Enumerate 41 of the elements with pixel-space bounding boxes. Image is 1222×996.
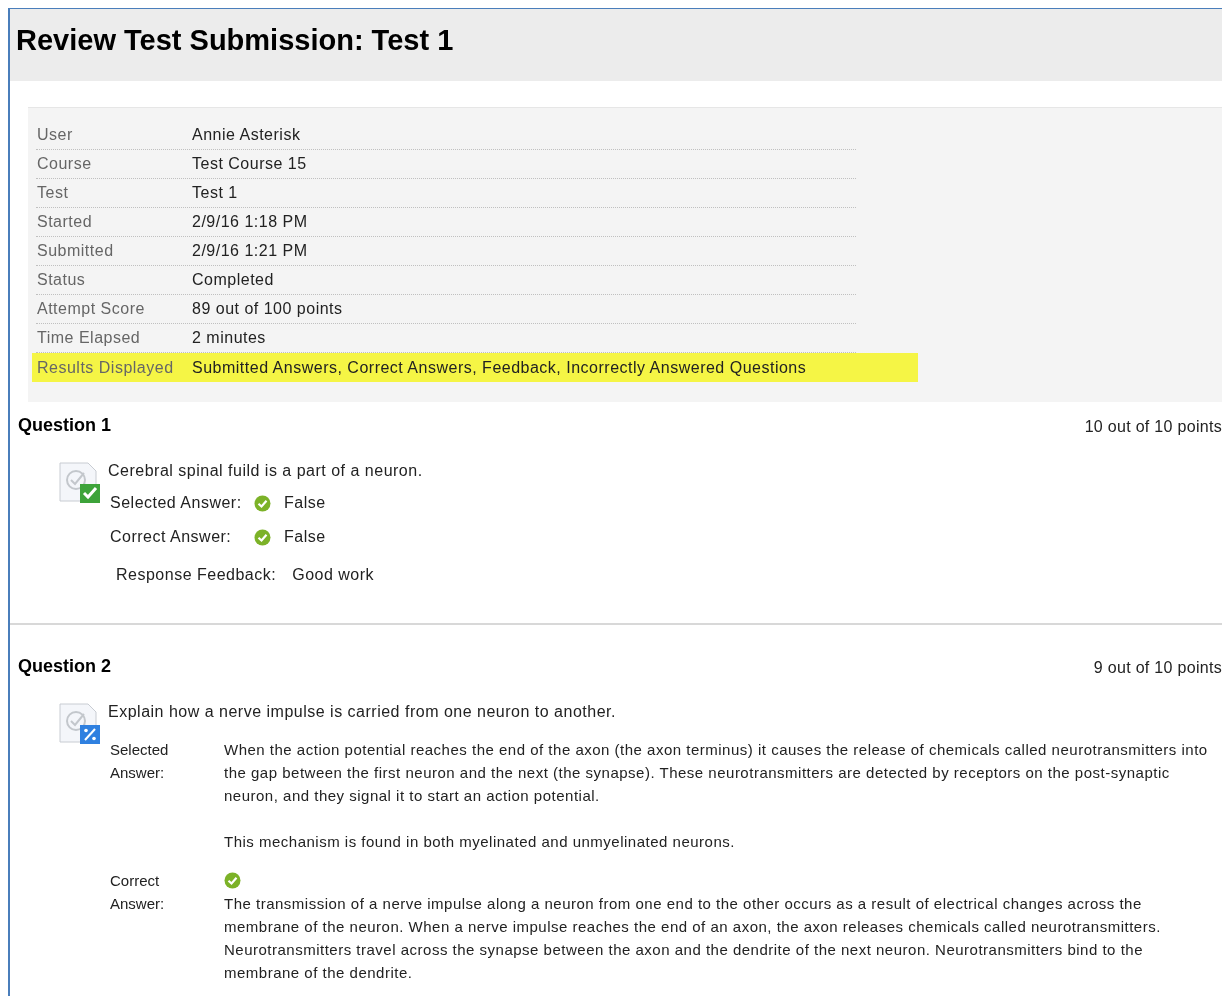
feedback-label: Response Feedback:	[116, 565, 277, 585]
detail-value: Test Course 15	[192, 154, 307, 174]
check-circle-icon	[254, 528, 271, 546]
detail-value: Completed	[192, 270, 274, 290]
detail-label: Results Displayed	[37, 357, 175, 378]
answer-text: False	[284, 493, 326, 513]
question-title: Question 1	[18, 414, 111, 437]
detail-label: Started	[37, 212, 94, 232]
answer-label: Correct Answer:	[110, 871, 166, 914]
answer-label: Selected Answer:	[110, 740, 170, 783]
detail-value: 2 minutes	[192, 328, 266, 348]
detail-value: 2/9/16 1:18 PM	[192, 212, 308, 232]
check-circle-icon	[254, 494, 271, 512]
page-title: Review Test Submission: Test 1	[16, 23, 455, 58]
detail-value: Submitted Answers, Correct Answers, Feedback, Incorrectly Answered Questions	[192, 357, 807, 378]
detail-value: Annie Asterisk	[192, 125, 301, 145]
detail-label: Submitted	[37, 241, 115, 261]
detail-value: Test 1	[192, 183, 238, 203]
detail-label: Test	[37, 183, 70, 203]
answer-text: This mechanism is found in both myelinated and unmyelinated neurons.	[224, 832, 736, 852]
question-title: Question 2	[18, 655, 111, 678]
detail-label: Time Elapsed	[37, 328, 142, 348]
check-circle-icon	[224, 872, 241, 889]
answer-text: When the action potential reaches the end of the axon (the axon terminus) it causes the release of chemicals called neurotransmitters into the gap between the first neuron and the next (the synapse). These neurotransmitters are detected by receptors on the post-synaptic neuron, and they signal it to start an action potential.	[224, 740, 1209, 806]
feedback-text: Good work	[292, 565, 375, 585]
detail-label: User	[37, 125, 74, 145]
detail-label: Course	[37, 154, 93, 174]
document-check-icon	[58, 461, 102, 505]
detail-value: 89 out of 100 points	[192, 299, 343, 319]
answer-label: Selected Answer:	[110, 493, 243, 513]
detail-value: 2/9/16 1:21 PM	[192, 241, 308, 261]
question-points: 10 out of 10 points	[1084, 417, 1222, 437]
detail-label: Attempt Score	[37, 299, 146, 319]
question-text: Explain how a nerve impulse is carried from one neuron to another.	[108, 702, 617, 722]
answer-text: The transmission of a nerve impulse along a neuron from one end to the other occurs as a result of electrical changes across the membrane of the neuron. When a nerve impulse reaches the end of an axon, the axon releases chemicals called neurotransmitters. Neurotransmitters travel across the synapse between the axon and the dendrite of the next neuron. Neurotransmitters bind to the membrane of the dendrite.	[224, 894, 1162, 983]
answer-text: False	[284, 527, 326, 547]
detail-label: Status	[37, 270, 87, 290]
question-text: Cerebral spinal fuild is a part of a neuron.	[108, 461, 423, 481]
question-points: 9 out of 10 points	[1093, 658, 1222, 678]
document-percent-icon	[58, 702, 102, 746]
answer-label: Correct Answer:	[110, 527, 233, 547]
